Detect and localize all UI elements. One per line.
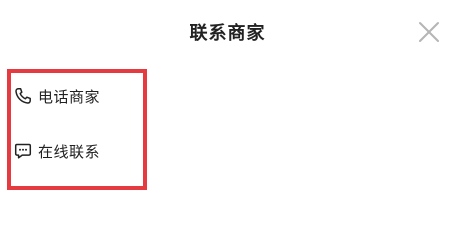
phone-icon (14, 87, 32, 105)
online-contact-label: 在线联系 (38, 142, 101, 161)
close-icon (419, 22, 439, 42)
dialog-title: 联系商家 (189, 23, 266, 44)
call-merchant-option[interactable]: 电话商家 (14, 84, 100, 108)
online-contact-option[interactable]: 在线联系 (14, 139, 100, 163)
contact-merchant-sheet: 联系商家 电话商家 在线联系 (0, 0, 455, 251)
close-button[interactable] (418, 21, 440, 43)
chat-icon (14, 142, 32, 160)
call-merchant-label: 电话商家 (38, 87, 101, 106)
